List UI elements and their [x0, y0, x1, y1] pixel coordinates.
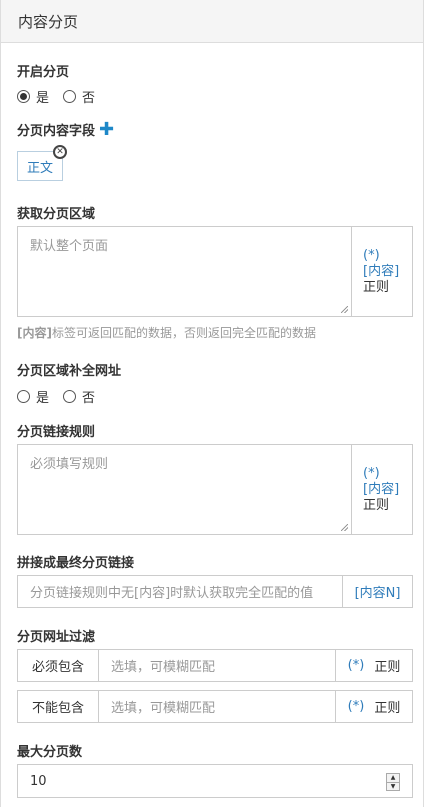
area-textarea-group: 默认整个页面 (*) [内容] 正则 [17, 226, 413, 317]
spinner-down-icon[interactable]: ▼ [387, 781, 399, 791]
filter-cannot-group: 不能包含 选填，可模糊匹配 (*) 正则 [17, 690, 413, 723]
filter-must-input[interactable]: 选填，可模糊匹配 [99, 650, 335, 681]
rule-content-link[interactable]: [内容] [363, 482, 412, 498]
filter-cannot-regex-link[interactable]: 正则 [374, 697, 400, 716]
area-help-text: [内容]标签可返回匹配的数据，否则返回完全匹配的数据 [17, 324, 316, 341]
filter-must-addon: 必须包含 [18, 650, 99, 681]
area-help-rest: 标签可返回匹配的数据，否则返回完全匹配的数据 [51, 326, 316, 340]
complete-url-yes-label[interactable]: 是 [36, 387, 49, 406]
complete-url-no-radio[interactable] [63, 390, 77, 403]
filter-must-side: (*) 正则 [335, 650, 412, 681]
filter-label: 分页网址过滤 [17, 630, 96, 645]
max-pages-input[interactable]: 10 ▲ ▼ [17, 764, 413, 798]
resize-grip-icon[interactable] [341, 306, 348, 313]
area-textarea[interactable]: 默认整个页面 [18, 227, 351, 316]
spinner-up-icon[interactable]: ▲ [387, 774, 399, 782]
area-star-link[interactable]: (*) [363, 248, 412, 264]
max-pages-value: 10 [30, 773, 47, 789]
filter-must-group: 必须包含 选填，可模糊匹配 (*) 正则 [17, 649, 413, 682]
area-help-bold: [内容] [17, 326, 52, 340]
rule-side-addon: (*) [内容] 正则 [351, 445, 412, 534]
paging-radio-group: 是 否 [17, 87, 109, 106]
area-placeholder: 默认整个页面 [30, 239, 109, 254]
filter-cannot-side: (*) 正则 [335, 691, 412, 722]
complete-url-yes-radio[interactable] [17, 390, 30, 403]
rule-star-link[interactable]: (*) [363, 466, 412, 482]
filter-must-placeholder: 选填，可模糊匹配 [111, 660, 216, 675]
paging-no-radio[interactable] [63, 90, 77, 103]
final-link-group: 分页链接规则中无[内容]时默认获取完全匹配的值 [内容N] [17, 575, 413, 608]
area-side-addon: (*) [内容] 正则 [351, 227, 412, 316]
fields-label-row: 分页内容字段 ✚ [17, 120, 114, 139]
final-link-input[interactable]: 分页链接规则中无[内容]时默认获取完全匹配的值 [18, 576, 342, 607]
area-content-link[interactable]: [内容] [363, 264, 412, 280]
panel-heading: 内容分页 [1, 0, 423, 43]
complete-url-label: 分页区域补全网址 [17, 364, 122, 379]
filter-cannot-input[interactable]: 选填，可模糊匹配 [99, 691, 335, 722]
rule-label: 分页链接规则 [17, 425, 96, 440]
final-link-placeholder: 分页链接规则中无[内容]时默认获取完全匹配的值 [30, 586, 314, 601]
remove-tag-close-icon[interactable]: ✕ [53, 145, 67, 159]
max-pages-label: 最大分页数 [17, 745, 83, 760]
filter-cannot-star-link[interactable]: (*) [348, 699, 365, 714]
field-tag-label: 正文 [26, 160, 53, 176]
fields-label: 分页内容字段 [17, 124, 96, 139]
paging-yes-label[interactable]: 是 [36, 87, 49, 106]
rule-placeholder: 必须填写规则 [30, 457, 109, 472]
number-spinner[interactable]: ▲ ▼ [386, 773, 400, 791]
rule-textarea-group: 必须填写规则 (*) [内容] 正则 [17, 444, 413, 535]
add-field-plus-icon[interactable]: ✚ [99, 120, 114, 139]
filter-must-star-link[interactable]: (*) [348, 658, 365, 673]
area-label: 获取分页区域 [17, 207, 96, 222]
paging-yes-radio[interactable] [17, 90, 30, 103]
panel-title: 内容分页 [18, 12, 79, 31]
complete-url-no-label[interactable]: 否 [82, 387, 95, 406]
rule-regex-link[interactable]: 正则 [363, 498, 412, 514]
paging-label: 开启分页 [17, 65, 70, 80]
final-link-label: 拼接成最终分页链接 [17, 556, 135, 571]
filter-cannot-placeholder: 选填，可模糊匹配 [111, 701, 216, 716]
resize-grip-icon[interactable] [341, 524, 348, 531]
complete-url-radio-group: 是 否 [17, 387, 109, 406]
paging-no-label[interactable]: 否 [82, 87, 95, 106]
rule-textarea[interactable]: 必须填写规则 [18, 445, 351, 534]
filter-must-regex-link[interactable]: 正则 [374, 656, 400, 675]
area-regex-link[interactable]: 正则 [363, 280, 412, 296]
final-link-content-addon[interactable]: [内容N] [342, 576, 412, 607]
filter-cannot-addon: 不能包含 [18, 691, 99, 722]
